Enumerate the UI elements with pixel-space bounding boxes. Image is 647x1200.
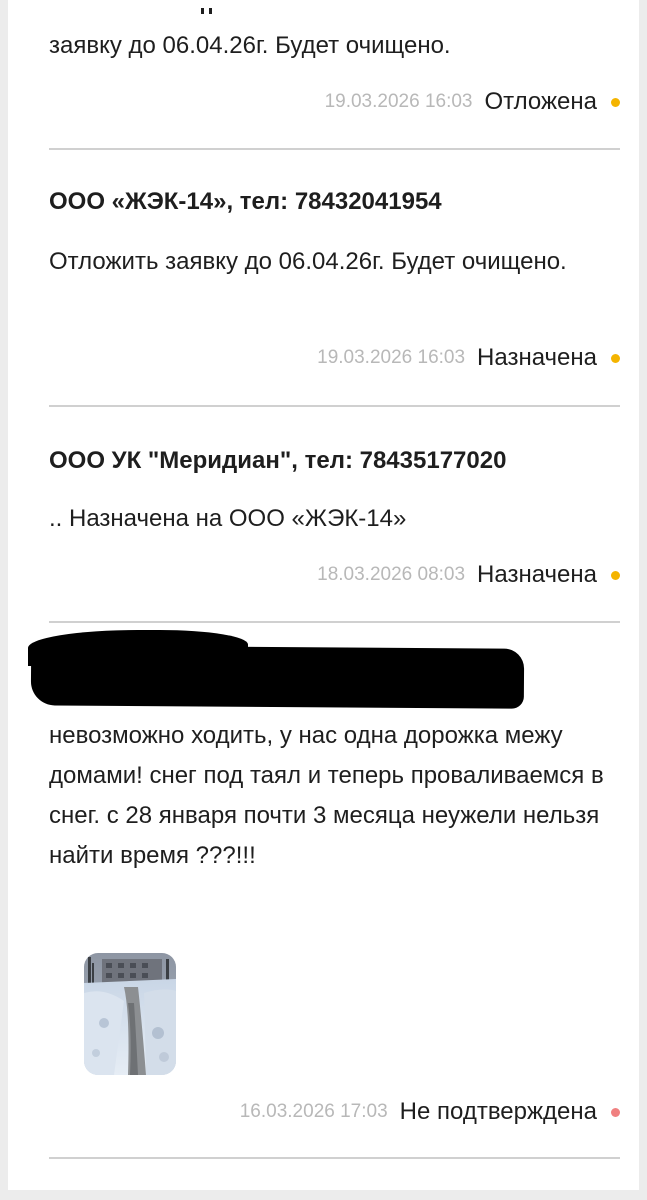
attached-photo-thumbnail[interactable] (84, 953, 176, 1075)
timestamp: 19.03.2026 16:03 (324, 91, 473, 112)
entry-meta: 19.03.2026 16:03 Отложена (325, 87, 620, 117)
status-dot-icon (611, 1107, 620, 1117)
message-text: невозможно ходить, у нас одна дорожка ме… (49, 722, 604, 869)
message-top-cut (49, 0, 249, 14)
status-dot-icon (611, 97, 620, 107)
status-label: Не подтверждена (399, 1098, 597, 1125)
status-label: Назначена (477, 561, 597, 588)
author-name: ООО «ЖЭК-14», тел: 78432041954 (49, 188, 442, 215)
timestamp: 18.03.2026 08:03 (317, 564, 466, 585)
status-label: Отложена (484, 88, 598, 115)
history-entry: невозможно ходить, у нас одна дорожка ме… (49, 623, 620, 1163)
message-text: .. Назначена на ООО «ЖЭК-14» (49, 505, 407, 532)
status-dot-icon (611, 353, 620, 363)
timestamp: 19.03.2026 16:03 (317, 347, 466, 368)
history-entry: заявку до 06.04.26г. Будет очищено. 19.0… (49, 0, 620, 150)
message-text: заявку до 06.04.26г. Будет очищено. (49, 32, 451, 59)
timestamp: 16.03.2026 17:03 (239, 1101, 388, 1122)
entry-meta: 19.03.2026 16:03 Назначена (317, 343, 620, 373)
divider (49, 1157, 620, 1159)
status-label: Назначена (477, 344, 597, 371)
author-name: ООО УК "Меридиан", тел: 78435177020 (49, 447, 507, 474)
request-history-card: заявку до 06.04.26г. Будет очищено. 19.0… (8, 0, 639, 1190)
history-entry: ООО «ЖЭК-14», тел: 78432041954 Отложить … (49, 150, 620, 406)
message-text: Отложить заявку до 06.04.26г. Будет очищ… (49, 248, 567, 275)
history-entry: ООО УК "Меридиан", тел: 78435177020 .. Н… (49, 407, 620, 622)
snow-path-photo (84, 953, 176, 1075)
entry-meta: 16.03.2026 17:03 Не подтверждена (240, 1097, 620, 1127)
status-dot-icon (611, 570, 620, 580)
entry-meta: 18.03.2026 08:03 Назначена (317, 560, 620, 590)
